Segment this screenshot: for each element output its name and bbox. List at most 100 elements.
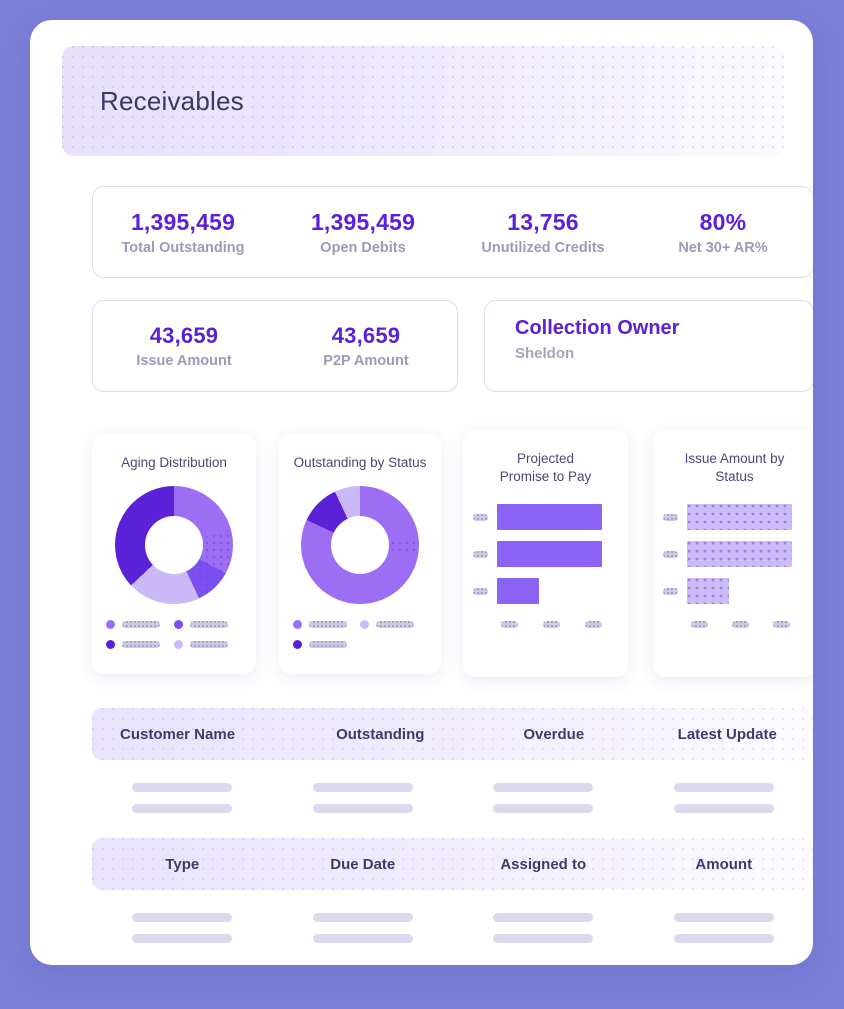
table-row[interactable] bbox=[92, 913, 813, 922]
table-header-row: Customer Name Outstanding Overdue Latest… bbox=[92, 708, 813, 760]
legend-item[interactable] bbox=[106, 620, 174, 630]
table-cell bbox=[273, 783, 454, 792]
kpi-p2p-amount[interactable]: 43,659 P2P Amount bbox=[275, 323, 457, 369]
cell-placeholder bbox=[132, 913, 233, 922]
column-header-amount[interactable]: Amount bbox=[634, 856, 814, 873]
chart-title-line-1: Projected bbox=[516, 451, 575, 466]
legend-label-placeholder bbox=[309, 621, 347, 629]
table-cell bbox=[273, 913, 454, 922]
bar-category-placeholder bbox=[473, 587, 488, 595]
cell-placeholder bbox=[493, 783, 594, 792]
legend-dot-icon bbox=[106, 620, 115, 630]
cell-placeholder bbox=[312, 804, 413, 813]
legend-label-placeholder bbox=[122, 621, 160, 629]
bar-chart-projected-promise-to-pay bbox=[463, 486, 628, 605]
chart-title: Projected Promise to Pay bbox=[463, 430, 628, 486]
kpi-label: Issue Amount bbox=[136, 353, 232, 369]
bar bbox=[687, 504, 792, 531]
bar bbox=[687, 578, 729, 605]
legend-item[interactable] bbox=[174, 640, 242, 650]
table-cell bbox=[453, 783, 634, 792]
kpi-unutilized-credits[interactable]: 13,756 Unutilized Credits bbox=[453, 209, 633, 256]
column-header-overdue[interactable]: Overdue bbox=[467, 726, 641, 743]
bar-row[interactable] bbox=[473, 578, 616, 605]
bar-chart-axis-ticks bbox=[463, 615, 628, 629]
table-cell bbox=[92, 783, 273, 792]
cell-placeholder bbox=[493, 934, 594, 943]
table-cell bbox=[634, 804, 814, 813]
legend-item[interactable] bbox=[106, 640, 174, 650]
table-cell bbox=[634, 783, 814, 792]
column-header-due-date[interactable]: Due Date bbox=[273, 856, 454, 873]
legend-dot-icon bbox=[106, 640, 115, 650]
page-header-banner: Receivables bbox=[62, 46, 784, 156]
chart-title-line-2: Promise to Pay bbox=[499, 469, 592, 485]
cell-placeholder bbox=[132, 804, 233, 813]
bar-category-placeholder bbox=[663, 587, 678, 595]
table-row[interactable] bbox=[92, 934, 813, 943]
axis-tick-placeholder bbox=[542, 621, 560, 629]
column-header-outstanding[interactable]: Outstanding bbox=[294, 726, 468, 743]
bar-row[interactable] bbox=[473, 504, 616, 531]
cell-placeholder bbox=[673, 783, 774, 792]
table-cell bbox=[453, 804, 634, 813]
column-header-latest-update[interactable]: Latest Update bbox=[641, 726, 814, 743]
table-row[interactable] bbox=[92, 783, 813, 792]
kpi-net-30-ar-percent[interactable]: 80% Net 30+ AR% bbox=[633, 209, 813, 256]
kpi-value: 1,395,459 bbox=[130, 208, 236, 235]
legend-item[interactable] bbox=[293, 640, 360, 650]
column-header-customer-name[interactable]: Customer Name bbox=[92, 726, 294, 743]
kpi-value: 80% bbox=[699, 208, 747, 235]
collection-owner-card[interactable]: Collection Owner Sheldon bbox=[484, 300, 813, 392]
table-cell bbox=[453, 913, 634, 922]
table-cell bbox=[92, 804, 273, 813]
chart-card-projected-promise-to-pay[interactable]: Projected Promise to Pay bbox=[463, 430, 628, 677]
table-cell bbox=[92, 934, 273, 943]
donut-chart-outstanding-by-status bbox=[301, 486, 419, 605]
chart-title: Outstanding by Status bbox=[293, 455, 427, 470]
bar-row[interactable] bbox=[663, 541, 804, 568]
chart-title: Aging Distribution bbox=[121, 455, 227, 470]
kpi-total-outstanding[interactable]: 1,395,459 Total Outstanding bbox=[93, 209, 273, 256]
collection-owner-title: Collection Owner bbox=[515, 317, 680, 339]
bar-chart-axis-ticks bbox=[653, 615, 813, 629]
legend-dot-icon bbox=[174, 620, 183, 630]
chart-legend bbox=[279, 620, 441, 650]
secondary-kpi-strip: 43,659 Issue Amount 43,659 P2P Amount bbox=[92, 300, 458, 392]
chart-title-line-2: Status bbox=[715, 469, 754, 485]
column-header-assigned-to[interactable]: Assigned to bbox=[453, 856, 634, 873]
bar-row[interactable] bbox=[473, 541, 616, 568]
axis-tick-placeholder bbox=[501, 621, 519, 629]
donut-hole bbox=[331, 516, 389, 575]
kpi-open-debits[interactable]: 1,395,459 Open Debits bbox=[273, 209, 453, 256]
legend-item[interactable] bbox=[174, 620, 242, 630]
bar-row[interactable] bbox=[663, 504, 804, 531]
axis-tick-placeholder bbox=[584, 621, 602, 629]
legend-dot-icon bbox=[174, 640, 183, 650]
table-row[interactable] bbox=[92, 804, 813, 813]
kpi-label: Net 30+ AR% bbox=[678, 239, 768, 256]
cell-placeholder bbox=[132, 934, 233, 943]
kpi-issue-amount[interactable]: 43,659 Issue Amount bbox=[93, 323, 275, 369]
bar bbox=[497, 541, 602, 568]
page-root: Receivables 1,395,459 Total Outstanding … bbox=[0, 0, 844, 1009]
bar-row[interactable] bbox=[663, 578, 804, 605]
legend-item[interactable] bbox=[293, 620, 360, 630]
kpi-label: P2P Amount bbox=[323, 353, 409, 369]
legend-label-placeholder bbox=[122, 641, 160, 649]
chart-card-issue-amount-by-status[interactable]: Issue Amount by Status bbox=[653, 430, 813, 677]
donut-chart-wrap bbox=[279, 486, 441, 605]
kpi-value: 43,659 bbox=[149, 323, 219, 348]
legend-dot-icon bbox=[293, 640, 302, 650]
axis-tick-placeholder bbox=[691, 621, 708, 629]
table-cell bbox=[92, 913, 273, 922]
cell-placeholder bbox=[673, 913, 774, 922]
table-header-row: Type Due Date Assigned to Amount bbox=[92, 838, 813, 890]
column-header-type[interactable]: Type bbox=[92, 856, 273, 873]
bar-category-placeholder bbox=[473, 513, 488, 521]
chart-card-aging-distribution[interactable]: Aging Distribution bbox=[92, 434, 256, 674]
bar-category-placeholder bbox=[663, 513, 678, 521]
chart-card-outstanding-by-status[interactable]: Outstanding by Status bbox=[279, 434, 441, 674]
legend-item[interactable] bbox=[360, 620, 427, 630]
table-cell bbox=[453, 934, 634, 943]
